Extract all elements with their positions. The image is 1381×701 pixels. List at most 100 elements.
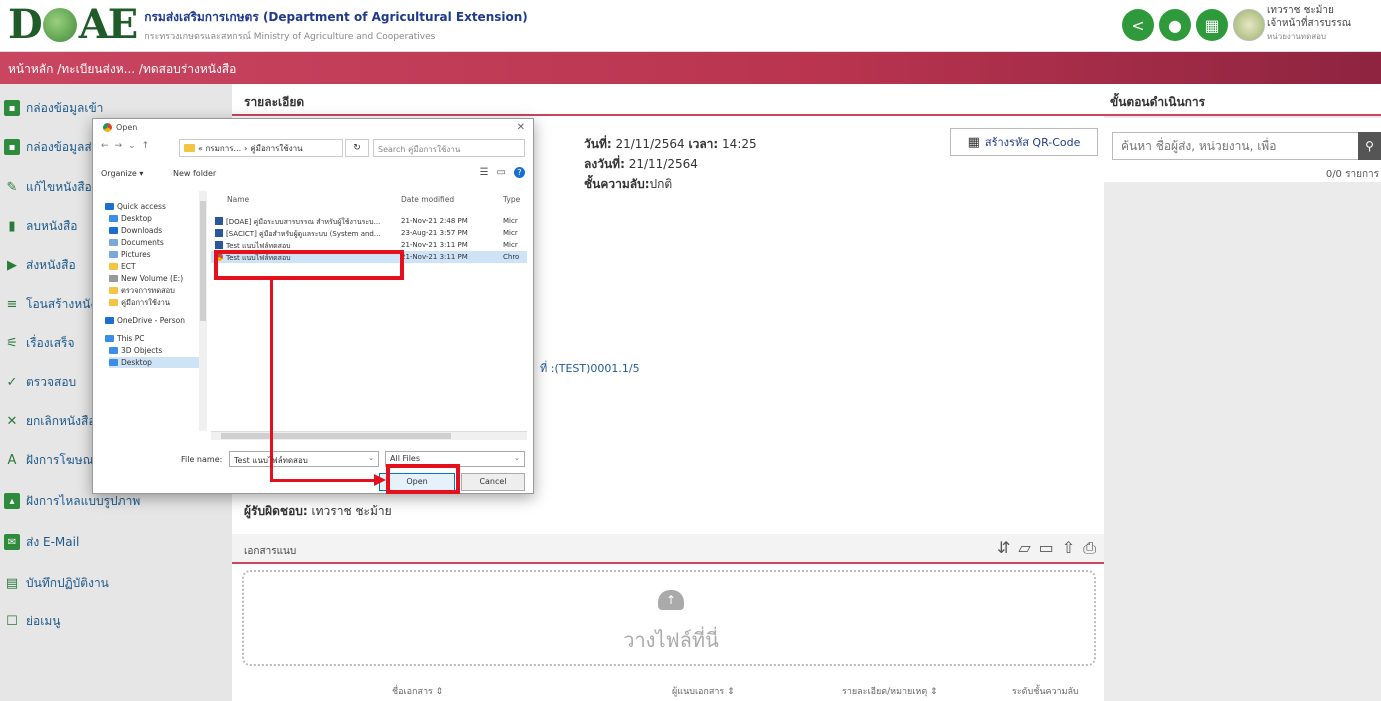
sidebar-item-email[interactable]: ✉ ส่ง E-Mail: [4, 530, 79, 554]
sidebar-item-collapse[interactable]: ☐ ย่อเมนู: [6, 609, 60, 633]
sidebar-item-done[interactable]: ⚟ เรื่องเสร็จ: [6, 331, 74, 355]
nav-new-volume[interactable]: New Volume (E:): [109, 273, 183, 284]
nav-test-folder[interactable]: ตรวจการทดสอบ: [109, 285, 175, 296]
bell-icon[interactable]: ●: [1159, 9, 1191, 41]
file-name-input[interactable]: Test แนบไฟล์ทดสอบ ⌄: [229, 451, 379, 467]
nav-documents[interactable]: Documents: [109, 237, 164, 248]
navigation-pane: Quick access Desktop Downloads Documents…: [101, 191, 207, 431]
preview-pane-icon[interactable]: ▭: [497, 167, 506, 178]
sidebar-item-check[interactable]: ✓ ตรวจสอบ: [7, 370, 77, 394]
sidebar-item-log[interactable]: ▤ บันทึกปฏิบัติงาน: [6, 571, 109, 595]
document-info: วันที่: 21/11/2564 เวลา: 14:25 ลงวันที่:…: [584, 137, 757, 191]
note-icon[interactable]: ▭: [1039, 538, 1054, 558]
folder-open-icon[interactable]: ▱: [1018, 538, 1030, 558]
nav-downloads[interactable]: Downloads: [109, 225, 162, 236]
user-info[interactable]: เทวราช ชะม้าย เจ้าหน้าที่สารบรรณ หน่วยงา…: [1267, 4, 1377, 43]
sidebar-item-outbox[interactable]: ▪ กล่องข้อมูลส่ง: [4, 135, 98, 159]
progress-search-input[interactable]: [1112, 132, 1364, 160]
address-bar[interactable]: « กรมการ... › คู่มือการใช้งาน: [179, 139, 343, 157]
nav-buttons: ← → ⌄ ↑: [101, 141, 149, 151]
file-row[interactable]: [SACICT] คู่มือสำหรับผู้ดูแลระบบ (System…: [211, 227, 527, 239]
nav-manual-folder[interactable]: คู่มือการใช้งาน: [109, 297, 170, 308]
transfer-icon: ≡: [6, 296, 18, 312]
result-count: 0/0 รายการ: [1325, 169, 1379, 180]
folder-icon: [109, 287, 118, 294]
chevron-down-icon[interactable]: ⌄: [128, 141, 136, 151]
open-file-dialog: Open ✕ ← → ⌄ ↑ « กรมการ... › คู่มือการใช…: [92, 118, 534, 494]
print-icon[interactable]: ⎙: [1083, 538, 1096, 558]
refresh-icon[interactable]: ↻: [345, 139, 369, 157]
attachments-header: เอกสารแนบ ⇵ ▱ ▭ ⇧ ⎙: [232, 534, 1104, 564]
file-drop-zone[interactable]: ↑ วางไฟล์ที่นี่: [242, 570, 1096, 666]
sidebar-item-edit[interactable]: ✎ แก้ไขหนังสือ: [7, 175, 92, 199]
sort-icon[interactable]: ⇵: [997, 538, 1010, 558]
upload-icon[interactable]: ⇧: [1062, 538, 1075, 558]
help-icon[interactable]: ?: [514, 167, 525, 178]
pencil-icon: ✎: [6, 179, 18, 195]
cancel-button[interactable]: Cancel: [461, 473, 525, 491]
col-name[interactable]: Name: [227, 195, 249, 204]
nav-onedrive[interactable]: OneDrive - Person: [105, 315, 185, 326]
grid-icon[interactable]: ▦: [1196, 9, 1228, 41]
logo-emblem: [42, 8, 77, 42]
nav-ect[interactable]: ECT: [109, 261, 136, 272]
annotation-open-highlight: [386, 464, 460, 494]
document-number: ที่ :(TEST)0001.1/5: [540, 362, 640, 375]
app-header: D AE กรมส่งเสริมการเกษตร (Department of A…: [0, 0, 1381, 52]
sidebar-item-delete[interactable]: ▮ ลบหนังสือ: [8, 214, 77, 238]
col-detail[interactable]: รายละเอียด/หมายเหตุ ⇕: [842, 684, 938, 698]
doae-logo[interactable]: D AE กรมส่งเสริมการเกษตร (Department of A…: [8, 4, 528, 46]
desktop-icon: [109, 215, 118, 222]
nav-this-pc[interactable]: This PC: [105, 333, 144, 344]
file-row[interactable]: [DOAE] คู่มือระบบสารบรรณ สำหรับผู้ใช้งาน…: [211, 215, 527, 227]
details-header: รายละเอียด: [232, 84, 1104, 116]
col-type[interactable]: Type: [503, 195, 520, 204]
nav-scrollbar[interactable]: [199, 191, 207, 431]
col-attacher[interactable]: ผู้แนบเอกสาร ⇕: [672, 684, 735, 698]
progress-header: ขั้นตอนดำเนินการ: [1104, 84, 1381, 116]
log-icon: ▤: [5, 575, 19, 591]
inbox-icon: ▪: [4, 100, 20, 116]
word-file-icon: [215, 217, 223, 225]
nav-desktop[interactable]: Desktop: [109, 213, 152, 224]
secrecy-value: ปกติ: [649, 177, 673, 191]
documents-icon: [109, 239, 118, 246]
organize-button[interactable]: Organize ▾: [101, 169, 143, 178]
nav-desktop-pc[interactable]: Desktop: [109, 357, 199, 368]
trash-icon: ▮: [8, 218, 16, 234]
forward-icon[interactable]: →: [115, 141, 123, 151]
folder-icon: [109, 263, 118, 270]
back-icon[interactable]: ←: [101, 141, 109, 151]
nav-quick-access[interactable]: Quick access: [105, 201, 166, 212]
up-icon[interactable]: ↑: [142, 141, 150, 151]
share-icon[interactable]: <: [1122, 9, 1154, 41]
search-icon[interactable]: ⚲: [1358, 132, 1381, 160]
breadcrumb[interactable]: หน้าหลัก /ทะเบียนส่งห... /ทดสอบร่างหนังส…: [8, 60, 236, 79]
sidebar-item-inbox[interactable]: ▪ กล่องข้อมูลเข้า: [4, 96, 103, 120]
nav-pictures[interactable]: Pictures: [109, 249, 151, 260]
col-secrecy[interactable]: ระดับชั้นความลับ: [1012, 684, 1079, 698]
user-role: เจ้าหน้าที่สารบรรณ: [1267, 18, 1351, 29]
sidebar-item-send[interactable]: ▶ ส่งหนังสือ: [7, 253, 76, 277]
date-value: 21/11/2564: [615, 137, 685, 151]
annotation-line-horizontal: [270, 479, 376, 482]
avatar[interactable]: [1233, 9, 1265, 41]
col-doc-name[interactable]: ชื่อเอกสาร ⇕: [392, 684, 443, 698]
close-icon[interactable]: ✕: [517, 122, 525, 133]
chrome-icon: [103, 123, 112, 132]
chevron-down-icon: ⌄: [514, 454, 520, 462]
header-actions: < ● ▦: [1122, 9, 1265, 41]
word-file-icon: [215, 241, 223, 249]
file-list-scrollbar[interactable]: [211, 431, 527, 440]
nav-3d-objects[interactable]: 3D Objects: [109, 345, 162, 356]
attachments-table-header: ชื่อเอกสาร ⇕ ผู้แนบเอกสาร ⇕ รายละเอียด/ห…: [282, 680, 1102, 701]
cancel-icon: ✕: [6, 413, 18, 429]
col-date-modified[interactable]: Date modified: [401, 195, 454, 204]
dialog-search-input[interactable]: Search คู่มือการใช้งาน: [373, 139, 525, 157]
sidebar-item-embed-text[interactable]: A ฝังการโฆษณา: [8, 448, 101, 472]
chevron-down-icon[interactable]: ⌄: [368, 454, 374, 462]
sidebar-item-cancel[interactable]: ✕ ยกเลิกหนังสือ: [7, 409, 96, 433]
new-folder-button[interactable]: New folder: [173, 169, 216, 178]
create-qr-button[interactable]: ▦ สร้างรหัส QR-Code: [950, 128, 1098, 156]
view-options-icon[interactable]: ☰: [480, 167, 489, 178]
